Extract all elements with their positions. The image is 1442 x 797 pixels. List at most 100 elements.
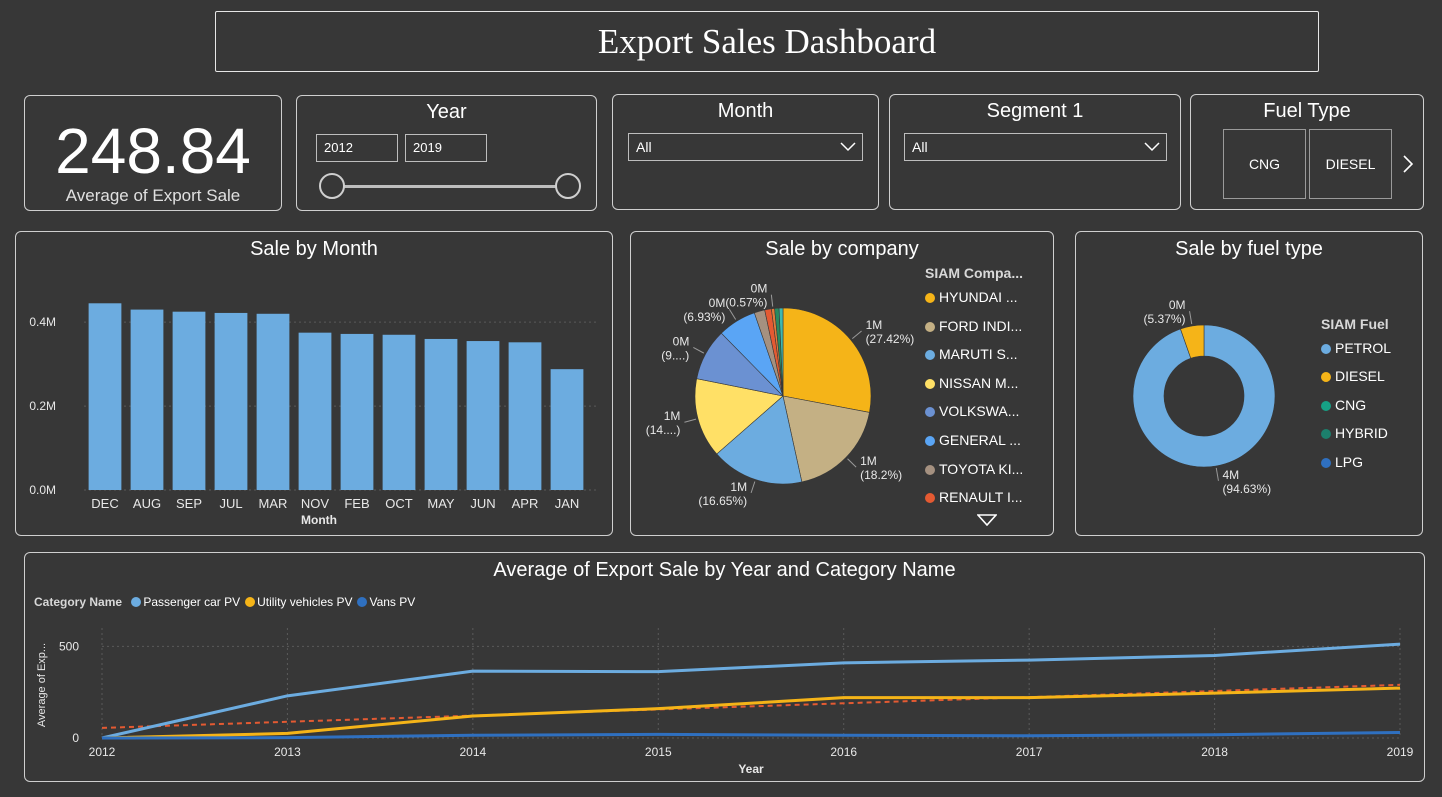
company-legend-item[interactable]: MARUTI S...	[925, 346, 1018, 362]
company-legend-label: NISSAN M...	[939, 374, 1019, 391]
kpi-label: Average of Export Sale	[65, 186, 241, 205]
company-legend-label: VOLKSWA...	[939, 403, 1020, 420]
bar-month-jun[interactable]	[466, 341, 500, 490]
series-line-passenger-car-pv[interactable]	[101, 642, 1401, 740]
line-xtick-label: 2019	[1387, 745, 1414, 759]
bar-month-nov[interactable]	[298, 332, 332, 490]
fuel-donut-data-label: (94.63%)	[1222, 482, 1271, 496]
bar-month-dec[interactable]	[88, 303, 122, 490]
company-pie-data-label: (6.93%)	[683, 310, 725, 324]
company-pie-data-label: (16.65%)	[698, 494, 747, 508]
bar-month-apr[interactable]	[508, 342, 542, 490]
fuel-legend-item[interactable]: LPG	[1321, 454, 1363, 470]
company-pie-data-label: 1M	[730, 480, 747, 494]
trend-line	[101, 683, 1401, 729]
year-slider-track[interactable]	[332, 185, 568, 188]
company-legend-item[interactable]: RENAULT I...	[925, 489, 1023, 505]
bar-xtick-label: JUN	[470, 496, 495, 511]
company-pie-leader-line	[728, 308, 737, 320]
company-legend-label: TOYOTA KI...	[939, 460, 1024, 477]
bar-xtick-label: FEB	[344, 496, 369, 511]
company-pie-data-label: (18.2%)	[860, 468, 902, 482]
legend-marker-icon	[925, 293, 935, 303]
company-pie-slice[interactable]	[782, 307, 872, 413]
bar-month-jul[interactable]	[214, 312, 248, 490]
bar-xtick-label: OCT	[385, 496, 413, 511]
company-pie-data-label: 0M	[751, 282, 768, 296]
month-dropdown-value: All	[636, 139, 652, 155]
legend-marker-icon	[1321, 400, 1331, 411]
legend-marker-icon	[925, 493, 935, 504]
company-pie-data-label: 0M	[673, 334, 690, 348]
company-legend-label: MARUTI S...	[939, 346, 1018, 363]
fuel-legend-item[interactable]: DIESEL	[1321, 368, 1385, 384]
legend-marker-icon	[925, 436, 935, 446]
company-legend-title: SIAM Compa...	[925, 265, 1024, 281]
bar-month-jan[interactable]	[550, 369, 584, 490]
month-slicer: Month All	[612, 94, 879, 210]
company-legend-item[interactable]: TOYOTA KI...	[925, 461, 1023, 477]
bar-x-axis-label: Month	[301, 513, 337, 527]
company-pie-leader-line	[847, 458, 857, 468]
year-from-input[interactable]: 2012	[316, 134, 398, 162]
kpi-card[interactable]: 248.84 Average of Export Sale	[24, 95, 282, 211]
company-legend-item[interactable]: NISSAN M...	[925, 375, 1018, 391]
fuel-tile-diesel[interactable]: DIESEL	[1309, 129, 1392, 199]
company-pie-data-label: 1M	[866, 318, 883, 332]
year-to-input[interactable]: 2019	[405, 134, 487, 162]
company-legend-item[interactable]: GENERAL ...	[925, 432, 1021, 448]
fuel-donut-data-label: 4M	[1222, 468, 1239, 482]
year-slicer-title: Year	[426, 101, 467, 123]
fuel-legend-item[interactable]: CNG	[1321, 397, 1366, 413]
legend-marker-icon	[925, 464, 935, 475]
year-slider-end-handle[interactable]	[555, 173, 581, 199]
bar-month-mar[interactable]	[256, 313, 290, 490]
bar-xtick-label: NOV	[301, 496, 330, 511]
bar-xtick-label: DEC	[91, 496, 118, 511]
chevron-right-icon[interactable]	[1403, 155, 1413, 173]
line-xtick-label: 2016	[830, 745, 857, 759]
fuel-legend-label: CNG	[1335, 396, 1367, 413]
fuel-donut-data-label: (5.37%)	[1144, 312, 1186, 326]
bar-xtick-label: AUG	[133, 496, 161, 511]
fuel-legend-label: LPG	[1335, 453, 1364, 470]
sale-by-month-card: Sale by Month 0.0M 0.2M 0.4M DEC AUG SEP JUL MA…	[15, 231, 613, 536]
legend-marker-icon	[925, 407, 935, 418]
legend-marker-icon	[925, 350, 935, 361]
segment-dropdown[interactable]: All	[904, 133, 1167, 161]
fuel-legend-item[interactable]: HYBRID	[1321, 425, 1388, 441]
bar-month-sep[interactable]	[172, 311, 206, 490]
fuel-tile-cng[interactable]: CNG	[1223, 129, 1306, 199]
company-pie-data-label: 0M	[709, 296, 726, 310]
fuel-donut-leader-line	[1215, 467, 1219, 481]
line-ytick-label: 0	[72, 731, 79, 745]
bar-month-oct[interactable]	[382, 334, 416, 490]
company-pie-data-label: (14....)	[646, 423, 681, 437]
bar-month-aug[interactable]	[130, 309, 164, 490]
bar-month-feb[interactable]	[340, 333, 374, 490]
company-legend-item[interactable]: FORD INDI...	[925, 318, 1022, 334]
bar-month-may[interactable]	[424, 338, 458, 490]
company-pie-leader-line	[852, 330, 862, 339]
fuel-legend-item[interactable]: PETROL	[1321, 340, 1391, 356]
bar-ytick-label: 0.0M	[29, 483, 56, 497]
legend-marker-icon	[925, 321, 935, 332]
company-legend-label: HYUNDAI ...	[939, 289, 1018, 305]
month-dropdown[interactable]: All	[628, 133, 863, 161]
bar-ytick-label: 0.4M	[29, 315, 56, 329]
legend-marker-icon	[1321, 344, 1331, 354]
company-legend-item[interactable]: HYUNDAI ...	[925, 289, 1018, 305]
fuel-legend-label: DIESEL	[1335, 368, 1385, 385]
legend-marker-icon	[1321, 457, 1331, 468]
company-legend-item[interactable]: VOLKSWA...	[925, 403, 1019, 419]
company-legend-label: GENERAL ...	[939, 432, 1021, 448]
bar-xtick-label: MAY	[427, 496, 455, 511]
legend-marker-icon	[1321, 372, 1331, 383]
bar-ytick-label: 0.2M	[29, 399, 56, 413]
year-slider-start-handle[interactable]	[319, 173, 345, 199]
bar-xtick-label: MAR	[259, 496, 288, 511]
fuel-legend-label: HYBRID	[1335, 425, 1388, 442]
line-y-axis-label: Average of Exp...	[36, 643, 48, 727]
legend-scroll-down-icon[interactable]	[977, 514, 997, 526]
sale-by-fuel-type-chart: 4M(94.63%) 0M(5.37%)	[1132, 298, 1276, 496]
